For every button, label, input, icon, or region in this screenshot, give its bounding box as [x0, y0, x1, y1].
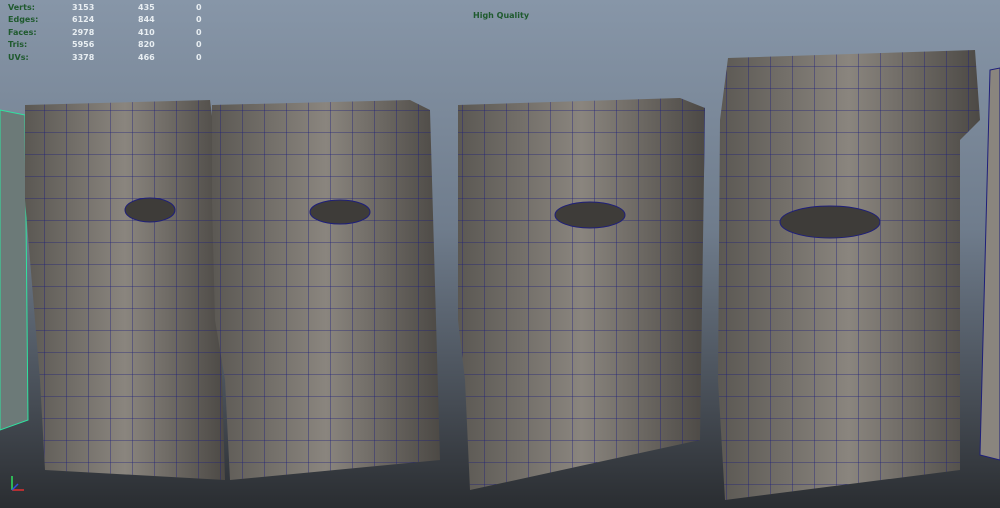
head-model-1[interactable]	[25, 100, 225, 480]
render-quality-label: High Quality	[473, 11, 530, 20]
hud-row-verts: Verts: 3153 435 0	[8, 1, 216, 14]
hud-value: 6124	[72, 15, 95, 25]
hud-label: Edges:	[8, 15, 39, 25]
head-model-5-partial[interactable]	[979, 67, 1000, 461]
hud-value: 3378	[72, 52, 95, 62]
head-model-2[interactable]	[212, 100, 440, 480]
poly-count-hud: Verts: 3153 435 0 Edges: 6124 844 0 Faces: 2978…	[8, 1, 216, 64]
hud-value: 0	[196, 52, 202, 62]
hud-value: 3153	[72, 2, 95, 12]
wireframe-mesh-left	[0, 109, 29, 431]
hud-row-tris: Tris: 5956 820 0	[8, 39, 216, 52]
hud-row-faces: Faces: 2978 410 0	[8, 26, 216, 39]
axis-gizmo-icon	[11, 476, 24, 491]
hud-row-edges: Edges: 6124 844 0	[8, 14, 216, 27]
hud-value: 435	[138, 2, 155, 12]
hud-value: 0	[196, 15, 202, 25]
hud-row-uvs: UVs: 3378 466 0	[8, 51, 216, 64]
hud-value: 0	[196, 40, 202, 50]
hud-label: Tris:	[8, 40, 28, 50]
hud-value: 844	[138, 15, 155, 25]
hud-value: 466	[138, 52, 155, 62]
hud-label: UVs:	[8, 52, 29, 62]
head-model-3[interactable]	[458, 98, 705, 490]
viewport-3d[interactable]	[0, 0, 1000, 508]
hud-value: 5956	[72, 40, 95, 50]
hud-value: 0	[196, 27, 202, 37]
hud-label: Verts:	[8, 2, 35, 12]
hud-value: 0	[196, 2, 202, 12]
hud-value: 2978	[72, 27, 95, 37]
head-model-4[interactable]	[718, 50, 980, 500]
hud-value: 410	[138, 27, 155, 37]
hud-label: Faces:	[8, 27, 37, 37]
hud-value: 820	[138, 40, 155, 50]
